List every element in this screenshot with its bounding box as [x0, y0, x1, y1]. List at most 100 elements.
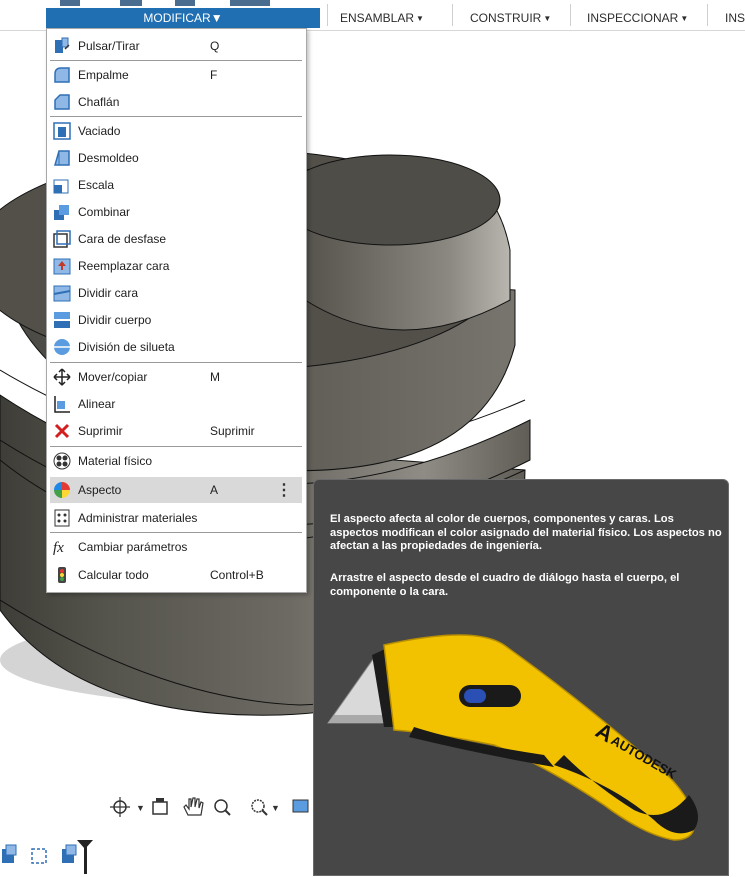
- menu-item-label: Mover/copiar: [78, 370, 148, 384]
- menu-item-suprimir[interactable]: Suprimir Suprimir: [50, 418, 302, 444]
- menu-item-label: Combinar: [78, 205, 131, 219]
- menu-item-label: Chaflán: [78, 95, 120, 109]
- silhouette-split-icon: [54, 339, 70, 355]
- menu-item-calcular-todo[interactable]: Calcular todo Control+B: [50, 562, 302, 588]
- tooltip-instruction: Arrastre el aspecto desde el cuadro de d…: [330, 572, 680, 598]
- menu-item-label: Pulsar/Tirar: [78, 39, 140, 53]
- utility-knife-illustration: A AUTODESK: [327, 634, 698, 841]
- menu-separator: [50, 116, 302, 117]
- menu-item-administrar-materiales[interactable]: Administrar materiales: [50, 505, 302, 531]
- delete-icon: [54, 423, 70, 439]
- look-at-icon[interactable]: [152, 798, 168, 815]
- shell-icon: [53, 122, 71, 140]
- ribbon-toolbar: MODIFICAR▼ ENSAMBLAR ▼ CONSTRUIR ▼ INSPECC…: [0, 0, 745, 31]
- align-icon: [54, 396, 70, 413]
- combine-icon: [54, 205, 69, 220]
- menu-item-dividir-cara[interactable]: Dividir cara: [50, 280, 302, 306]
- tab-insertar-label: INS: [725, 11, 745, 25]
- timeline-feature-icon[interactable]: [62, 844, 77, 863]
- tab-insertar[interactable]: INS: [725, 9, 745, 27]
- offset-face-icon: [53, 230, 71, 248]
- toolbar-icon-strip[interactable]: [230, 0, 270, 6]
- split-body-icon: [54, 312, 70, 328]
- shortcut-label: Control+B: [210, 568, 264, 582]
- tab-ensamblar[interactable]: ENSAMBLAR ▼: [340, 9, 424, 27]
- more-options-icon[interactable]: ⋮: [276, 480, 292, 500]
- menu-item-aspecto[interactable]: Aspecto A ⋮: [50, 477, 302, 503]
- menu-item-chaflan[interactable]: Chaflán: [50, 89, 302, 115]
- divider: [327, 4, 328, 26]
- menu-item-label: Empalme: [78, 68, 129, 82]
- shortcut-label: F: [210, 68, 218, 82]
- timeline-marker[interactable]: [77, 840, 93, 874]
- menu-item-reemplazar-cara[interactable]: Reemplazar cara: [50, 253, 302, 279]
- shortcut-label: Suprimir: [210, 424, 255, 438]
- tooltip-description: El aspecto afecta al color de cuerpos, c…: [330, 513, 722, 552]
- timeline: [0, 835, 110, 874]
- tab-inspeccionar[interactable]: INSPECCIONAR ▼: [587, 9, 688, 27]
- chamfer-icon: [54, 94, 70, 110]
- pan-hand-icon[interactable]: [183, 797, 204, 816]
- menu-item-desmoldeo[interactable]: Desmoldeo: [50, 145, 302, 171]
- scale-icon: [53, 179, 69, 194]
- divider: [707, 4, 708, 26]
- divider: [570, 4, 571, 26]
- menu-item-empalme[interactable]: Empalme F: [50, 62, 302, 88]
- menu-item-pulsar-tirar[interactable]: Pulsar/Tirar Q: [50, 33, 302, 59]
- menu-item-label: Material físico: [78, 454, 153, 468]
- press-pull-icon: [55, 37, 70, 53]
- draft-icon: [54, 150, 70, 166]
- tab-construir-label: CONSTRUIR: [470, 11, 542, 25]
- fx-parameters-icon: fx: [53, 540, 64, 556]
- menu-item-cara-de-desfase[interactable]: Cara de desfase: [50, 226, 302, 252]
- menu-item-mover-copiar[interactable]: Mover/copiar M: [50, 364, 302, 390]
- toolbar-icon-strip[interactable]: [120, 0, 142, 6]
- toolbar-icon-strip[interactable]: [175, 0, 195, 6]
- menu-item-material-fisico[interactable]: Material físico: [50, 448, 302, 474]
- svg-text:fx: fx: [53, 540, 64, 556]
- menu-separator: [50, 60, 302, 61]
- menu-item-label: Cara de desfase: [78, 232, 167, 246]
- menu-item-alinear[interactable]: Alinear: [50, 391, 302, 417]
- fillet-icon: [54, 67, 70, 83]
- caret-down-icon: ▼: [416, 14, 424, 23]
- menu-item-label: Dividir cara: [78, 286, 139, 300]
- menu-item-combinar[interactable]: Combinar: [50, 199, 302, 225]
- menu-item-label: Calcular todo: [78, 568, 149, 582]
- modificar-dropdown-menu: Pulsar/Tirar Q Empalme F Chaflán Vaciado…: [46, 28, 307, 593]
- appearance-icon: [54, 482, 70, 498]
- compute-all-icon: [58, 567, 66, 583]
- shortcut-label: A: [210, 483, 219, 497]
- split-face-icon: [53, 285, 71, 302]
- tab-modificar[interactable]: MODIFICAR▼: [46, 8, 320, 28]
- aspecto-tooltip: El aspecto afecta al color de cuerpos, c…: [313, 479, 729, 876]
- timeline-feature-icon[interactable]: [31, 848, 47, 864]
- menu-item-label: Cambiar parámetros: [78, 540, 188, 554]
- caret-down-icon: ▼: [543, 14, 552, 23]
- menu-item-division-de-silueta[interactable]: División de silueta: [50, 334, 302, 360]
- menu-item-label: Alinear: [78, 397, 116, 411]
- caret-down-icon: ▼: [210, 11, 223, 25]
- toolbar-icon-strip[interactable]: [60, 0, 80, 6]
- physical-material-icon: [53, 452, 71, 470]
- tab-ensamblar-label: ENSAMBLAR: [340, 11, 415, 25]
- menu-item-label: Administrar materiales: [78, 511, 198, 525]
- menu-item-cambiar-parametros[interactable]: fx Cambiar parámetros: [50, 534, 302, 560]
- tab-construir[interactable]: CONSTRUIR ▼: [470, 9, 551, 27]
- zoom-icon[interactable]: [214, 799, 231, 816]
- fit-window-icon[interactable]: [251, 799, 268, 816]
- orbit-icon[interactable]: [110, 797, 130, 817]
- replace-face-icon: [53, 258, 71, 275]
- menu-item-label: Desmoldeo: [78, 151, 139, 165]
- svg-text:▼: ▼: [271, 803, 280, 813]
- display-settings-icon[interactable]: [292, 799, 309, 813]
- menu-item-escala[interactable]: Escala: [50, 172, 302, 198]
- menu-item-vaciado[interactable]: Vaciado: [50, 118, 302, 144]
- menu-item-label: División de silueta: [78, 340, 175, 354]
- tab-inspeccionar-label: INSPECCIONAR: [587, 11, 679, 25]
- menu-item-label: Vaciado: [78, 124, 121, 138]
- menu-item-dividir-cuerpo[interactable]: Dividir cuerpo: [50, 307, 302, 333]
- timeline-feature-icon[interactable]: [2, 844, 17, 863]
- menu-item-label: Suprimir: [78, 424, 123, 438]
- menu-item-label: Reemplazar cara: [78, 259, 170, 273]
